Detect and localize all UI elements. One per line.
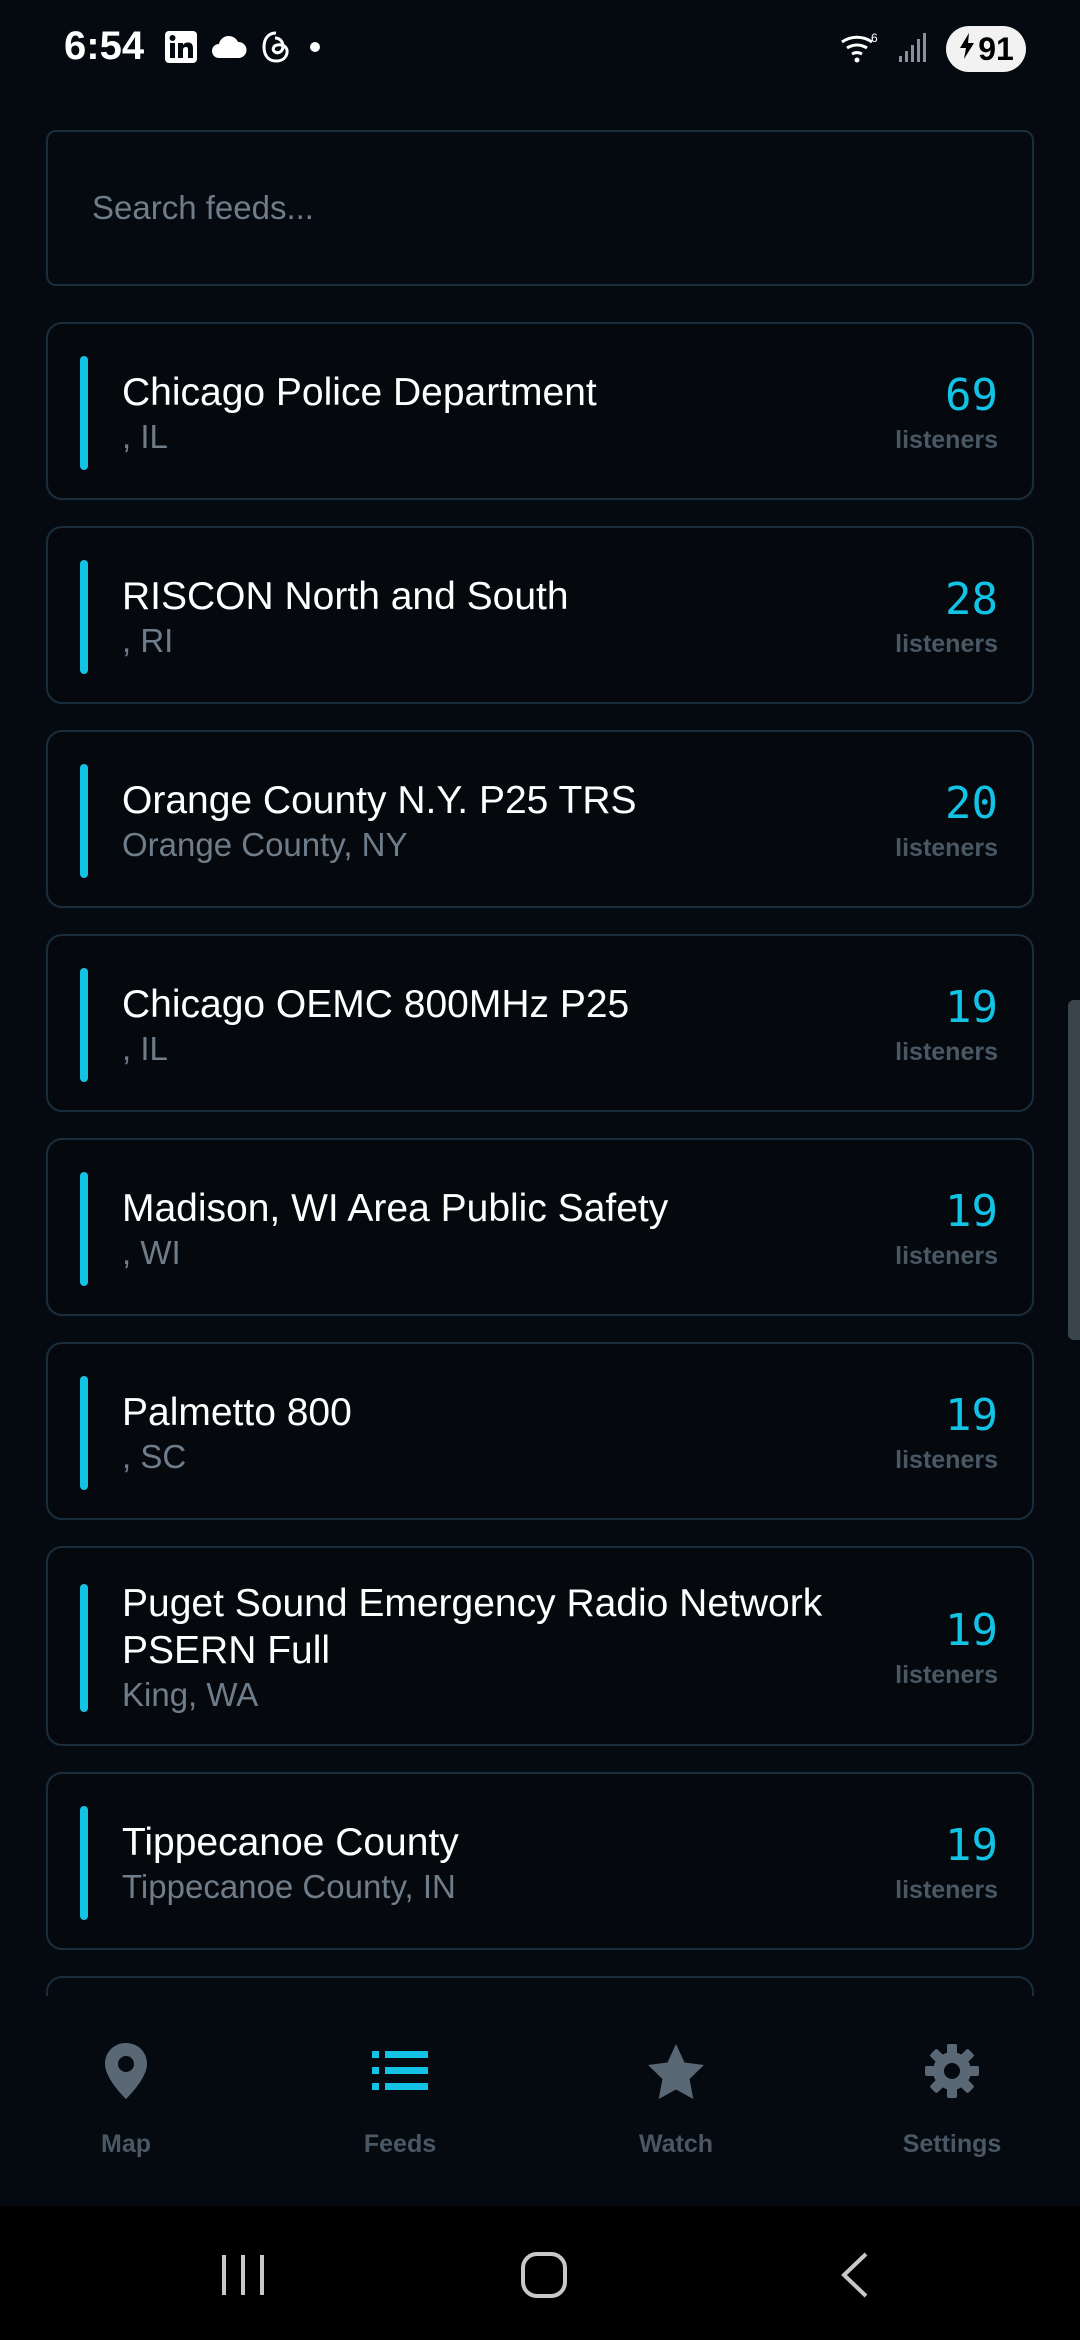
feed-card[interactable]: Tippecanoe County Tippecanoe County, IN 19… — [46, 1772, 1034, 1950]
feed-name: Palmetto 800 — [122, 1391, 352, 1434]
listener-count: 28 — [945, 574, 998, 625]
listener-count: 19 — [945, 1820, 998, 1871]
feed-card[interactable]: RISCON North and South , RI 28 listeners — [46, 526, 1034, 704]
threads-icon — [260, 30, 292, 69]
feed-accent-bar — [80, 764, 88, 878]
feed-accent-bar — [80, 356, 88, 470]
feed-name: Orange County N.Y. P25 TRS — [122, 779, 637, 822]
feed-text: Orange County N.Y. P25 TRS Orange County,… — [122, 777, 882, 866]
nav-item-feeds[interactable]: Feeds — [300, 2036, 500, 2159]
feed-card[interactable]: Chicago OEMC 800MHz P25 , IL 19 listeners — [46, 934, 1034, 1112]
listener-unit-label: listeners — [895, 1038, 998, 1066]
feed-text: RISCON North and South , RI — [122, 573, 882, 662]
home-button[interactable] — [516, 2250, 572, 2300]
recent-apps-button[interactable] — [215, 2250, 271, 2300]
back-button[interactable] — [826, 2250, 882, 2300]
listener-count: 19 — [945, 1390, 998, 1441]
feed-accent-bar — [80, 1806, 88, 1920]
system-status-icons: 6 91 — [840, 26, 1026, 72]
listener-count: 19 — [945, 1605, 998, 1656]
feed-name: Madison, WI Area Public Safety — [122, 1187, 669, 1230]
feed-accent-bar — [80, 968, 88, 1082]
nav-label-feeds: Feeds — [363, 2130, 437, 2158]
nav-item-watch[interactable]: Watch — [576, 2036, 776, 2159]
status-bar: 6:54 6 91 — [0, 0, 1080, 100]
map-pin-icon — [26, 2036, 226, 2106]
list-icon — [300, 2036, 500, 2106]
feed-location: Orange County, NY — [122, 826, 408, 863]
feed-name: Chicago Police Department — [122, 371, 597, 414]
feed-text: Palmetto 800 , SC — [122, 1389, 882, 1478]
feed-card[interactable]: Puget Sound Emergency Radio Network PSER… — [46, 1546, 1034, 1746]
gear-icon — [852, 2036, 1052, 2106]
feed-text: Madison, WI Area Public Safety , WI — [122, 1185, 882, 1274]
svg-text:6: 6 — [871, 31, 878, 45]
feed-text: Tippecanoe County Tippecanoe County, IN — [122, 1819, 882, 1908]
feed-text: Chicago OEMC 800MHz P25 , IL — [122, 981, 882, 1070]
listener-count: 19 — [945, 982, 998, 1033]
feed-name: RISCON North and South — [122, 575, 569, 618]
feed-location: , IL — [122, 1030, 168, 1067]
listener-unit-label: listeners — [895, 1242, 998, 1270]
status-time: 6:54 — [64, 24, 145, 68]
feed-card[interactable]: Palmetto 800 , SC 19 listeners — [46, 1342, 1034, 1520]
feed-location: , RI — [122, 622, 174, 659]
scrollbar[interactable] — [1068, 1000, 1080, 1340]
feed-location: , WI — [122, 1234, 181, 1271]
search-input[interactable] — [92, 189, 992, 227]
battery-level: 91 — [978, 30, 1014, 67]
bottom-nav: Map Feeds Watch Settings — [0, 1996, 1080, 2206]
feed-name: Puget Sound Emergency Radio Network PSER… — [122, 1582, 823, 1672]
nav-label-watch: Watch — [638, 2130, 714, 2158]
dot-icon — [304, 36, 326, 63]
nav-item-map[interactable]: Map — [26, 2036, 226, 2159]
nav-label-settings: Settings — [902, 2130, 1002, 2158]
listener-unit-label: listeners — [895, 834, 998, 862]
listener-count: 19 — [945, 1186, 998, 1237]
listener-unit-label: listeners — [895, 426, 998, 454]
battery-charging-icon — [958, 31, 976, 68]
notification-icons — [164, 30, 326, 69]
cloud-icon — [210, 32, 248, 67]
star-icon — [576, 2036, 776, 2106]
system-nav-bar — [0, 2206, 1080, 2340]
feed-text: Puget Sound Emergency Radio Network PSER… — [122, 1580, 882, 1716]
nav-label-map: Map — [101, 2130, 151, 2158]
search-box[interactable] — [46, 130, 1034, 286]
feed-card[interactable]: Chicago Police Department , IL 69 listeners — [46, 322, 1034, 500]
battery-indicator: 91 — [946, 26, 1026, 72]
listener-unit-label: listeners — [895, 1446, 998, 1474]
feed-location: , SC — [122, 1438, 187, 1475]
feed-accent-bar — [80, 560, 88, 674]
feed-text: Chicago Police Department , IL — [122, 369, 882, 458]
feed-card[interactable]: Orange County N.Y. P25 TRS Orange County,… — [46, 730, 1034, 908]
nav-item-settings[interactable]: Settings — [852, 2036, 1052, 2159]
listener-count: 20 — [945, 778, 998, 829]
feed-accent-bar — [80, 1376, 88, 1490]
listener-count: 69 — [945, 370, 998, 421]
feed-name: Chicago OEMC 800MHz P25 — [122, 983, 630, 1026]
feed-accent-bar — [80, 1172, 88, 1286]
wifi-6-icon: 6 — [840, 30, 880, 69]
feed-accent-bar — [80, 1584, 88, 1712]
feed-card[interactable]: Madison, WI Area Public Safety , WI 19 list… — [46, 1138, 1034, 1316]
listener-unit-label: listeners — [895, 630, 998, 658]
feed-location: Tippecanoe County, IN — [122, 1868, 456, 1905]
listener-unit-label: listeners — [895, 1661, 998, 1689]
feed-location: , IL — [122, 418, 168, 455]
signal-icon — [898, 30, 928, 69]
listener-unit-label: listeners — [895, 1876, 998, 1904]
feed-name: Tippecanoe County — [122, 1821, 459, 1864]
feed-location: King, WA — [122, 1676, 259, 1713]
linkedin-icon — [164, 30, 198, 69]
